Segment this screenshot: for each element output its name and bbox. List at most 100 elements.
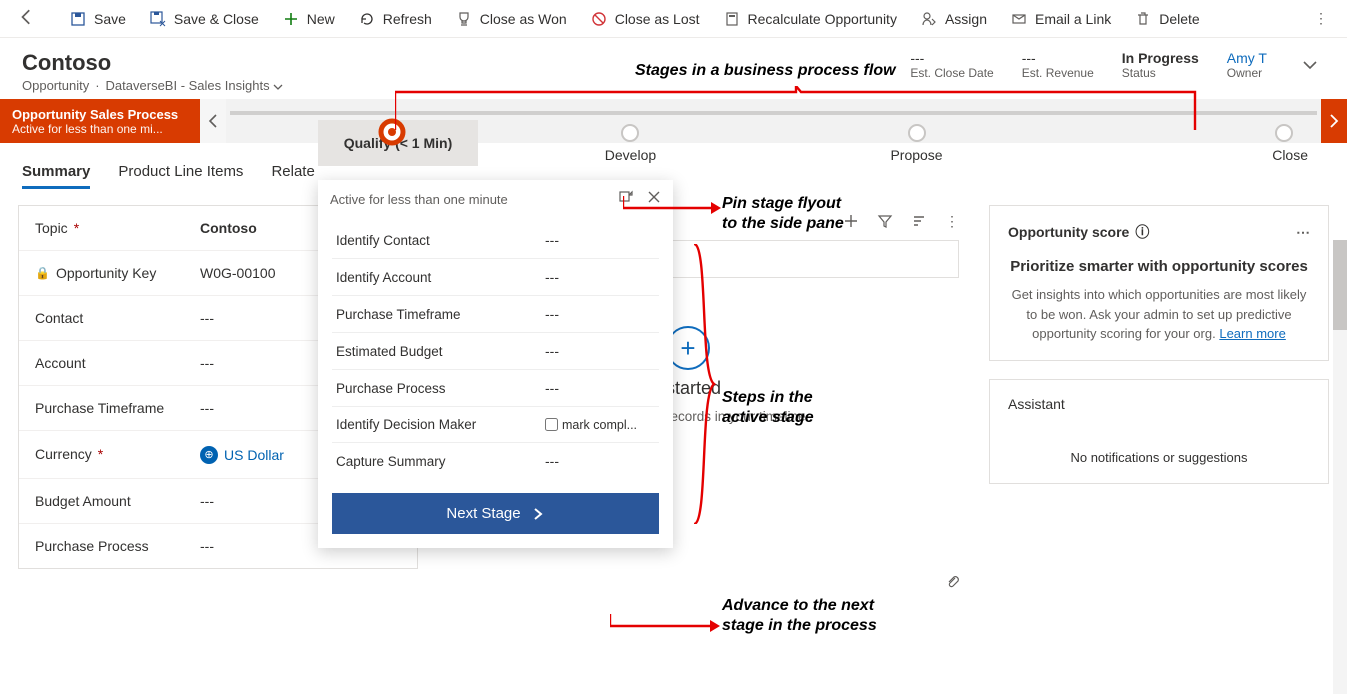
new-label: New	[307, 11, 335, 27]
field-label: Budget Amount	[35, 493, 131, 509]
recalc-label: Recalculate Opportunity	[748, 11, 897, 27]
currency-icon: ⊕	[200, 446, 218, 464]
step-value[interactable]: ---	[545, 380, 655, 396]
step-label: Identify Account	[336, 270, 545, 285]
assign-label: Assign	[945, 11, 987, 27]
step-label: Purchase Process	[336, 381, 545, 396]
field-label: Purchase Process	[35, 538, 149, 554]
est-close-date-field[interactable]: --- Est. Close Date	[910, 50, 993, 80]
calculator-icon	[724, 11, 740, 27]
assign-icon	[921, 11, 937, 27]
step-value[interactable]: mark compl...	[545, 418, 655, 432]
save-close-icon	[150, 11, 166, 27]
annotation-brace-icon	[690, 244, 716, 527]
opportunity-score-card: Opportunity score ⓘ ⋯ Prioritize smarter…	[989, 205, 1329, 361]
field-value[interactable]: ---	[200, 400, 214, 416]
email-label: Email a Link	[1035, 11, 1111, 27]
step-label: Estimated Budget	[336, 344, 545, 359]
flyout-step-identify-decision-maker[interactable]: Identify Decision Maker mark compl...	[318, 407, 673, 442]
step-label: Identify Contact	[336, 233, 545, 248]
flyout-step-identify-contact[interactable]: Identify Contact---	[318, 222, 673, 258]
annotation-steps: Steps in theactive stage	[722, 388, 814, 428]
step-value[interactable]: ---	[545, 232, 655, 248]
field-value[interactable]: Contoso	[200, 220, 257, 236]
bpf-next-button[interactable]	[1321, 99, 1347, 143]
info-icon[interactable]: ⓘ	[1135, 222, 1149, 242]
field-label: Currency	[35, 446, 92, 462]
page-scrollbar[interactable]	[1333, 240, 1347, 694]
form-selector[interactable]: DataverseBI - Sales Insights	[106, 78, 284, 93]
save-button[interactable]: Save	[70, 11, 126, 27]
bpf-process-badge[interactable]: Opportunity Sales Process Active for les…	[0, 99, 200, 143]
field-value[interactable]: ---	[200, 538, 214, 554]
bpf-prev-button[interactable]	[200, 99, 226, 143]
next-stage-button[interactable]: Next Stage	[332, 493, 659, 534]
owner-field[interactable]: Amy T Owner	[1227, 50, 1267, 80]
field-value[interactable]: ---	[200, 493, 214, 509]
field-label: Account	[35, 355, 86, 371]
score-more-button[interactable]: ⋯	[1296, 224, 1310, 241]
delete-button[interactable]: Delete	[1135, 11, 1199, 27]
tab-related[interactable]: Relate	[271, 157, 314, 189]
score-title: Prioritize smarter with opportunity scor…	[1008, 258, 1310, 275]
timeline-more-icon[interactable]: ⋮	[945, 213, 959, 232]
refresh-icon	[359, 11, 375, 27]
header-expand-button[interactable]	[1295, 50, 1325, 83]
delete-label: Delete	[1159, 11, 1199, 27]
stage-flyout: Active for less than one minute Identify…	[318, 180, 673, 548]
flyout-step-purchase-process[interactable]: Purchase Process---	[318, 370, 673, 406]
step-value[interactable]: ---	[545, 269, 655, 285]
email-icon	[1011, 11, 1027, 27]
close-won-button[interactable]: Close as Won	[456, 11, 567, 27]
score-heading: Opportunity score	[1008, 224, 1129, 240]
new-button[interactable]: New	[283, 11, 335, 27]
flyout-step-purchase-timeframe[interactable]: Purchase Timeframe---	[318, 296, 673, 332]
flyout-step-estimated-budget[interactable]: Estimated Budget---	[318, 333, 673, 369]
close-lost-button[interactable]: Close as Lost	[591, 11, 700, 27]
timeline-sort-icon[interactable]	[911, 213, 927, 232]
back-button[interactable]	[18, 8, 36, 29]
attachment-icon[interactable]	[945, 574, 961, 593]
tab-product-line-items[interactable]: Product Line Items	[118, 157, 243, 189]
field-value[interactable]: ⊕US Dollar	[200, 445, 284, 464]
annotation-stages: Stages in a business process flow	[635, 62, 896, 80]
required-indicator: *	[74, 220, 79, 236]
flyout-step-capture-summary[interactable]: Capture Summary---	[318, 443, 673, 479]
timeline-add-icon[interactable]	[843, 213, 859, 232]
tab-summary[interactable]: Summary	[22, 157, 90, 189]
step-value[interactable]: ---	[545, 453, 655, 469]
annotation-arrow-pin	[623, 196, 723, 216]
flyout-step-identify-account[interactable]: Identify Account---	[318, 259, 673, 295]
annotation-arrow-stages	[395, 86, 1205, 136]
plus-icon	[283, 11, 299, 27]
step-value[interactable]: ---	[545, 343, 655, 359]
score-learn-more-link[interactable]: Learn more	[1219, 326, 1285, 341]
email-link-button[interactable]: Email a Link	[1011, 11, 1111, 27]
save-close-button[interactable]: Save & Close	[150, 11, 259, 27]
annotation-advance: Advance to the nextstage in the process	[722, 596, 877, 636]
mark-complete-checkbox[interactable]: mark compl...	[545, 418, 655, 432]
trophy-icon	[456, 11, 472, 27]
field-label: Contact	[35, 310, 83, 326]
recalculate-button[interactable]: Recalculate Opportunity	[724, 11, 897, 27]
timeline-filter-icon[interactable]	[877, 213, 893, 232]
est-revenue-field[interactable]: --- Est. Revenue	[1022, 50, 1094, 80]
step-value[interactable]: ---	[545, 306, 655, 322]
annotation-arrow-advance	[610, 614, 722, 634]
annotation-pin: Pin stage flyoutto the side pane	[722, 194, 844, 234]
flyout-title: Active for less than one minute	[330, 192, 508, 207]
close-won-label: Close as Won	[480, 11, 567, 27]
assistant-card: Assistant No notifications or suggestion…	[989, 379, 1329, 485]
more-commands-button[interactable]: ⋮	[1313, 10, 1329, 27]
close-lost-label: Close as Lost	[615, 11, 700, 27]
field-label: Purchase Timeframe	[35, 400, 164, 416]
refresh-button[interactable]: Refresh	[359, 11, 432, 27]
assign-button[interactable]: Assign	[921, 11, 987, 27]
field-value[interactable]: ---	[200, 355, 214, 371]
prohibit-icon	[591, 11, 607, 27]
field-value[interactable]: ---	[200, 310, 214, 326]
field-value[interactable]: W0G-00100	[200, 265, 275, 281]
delete-icon	[1135, 11, 1151, 27]
record-title: Contoso	[22, 50, 283, 76]
field-label: Opportunity Key	[56, 265, 156, 281]
